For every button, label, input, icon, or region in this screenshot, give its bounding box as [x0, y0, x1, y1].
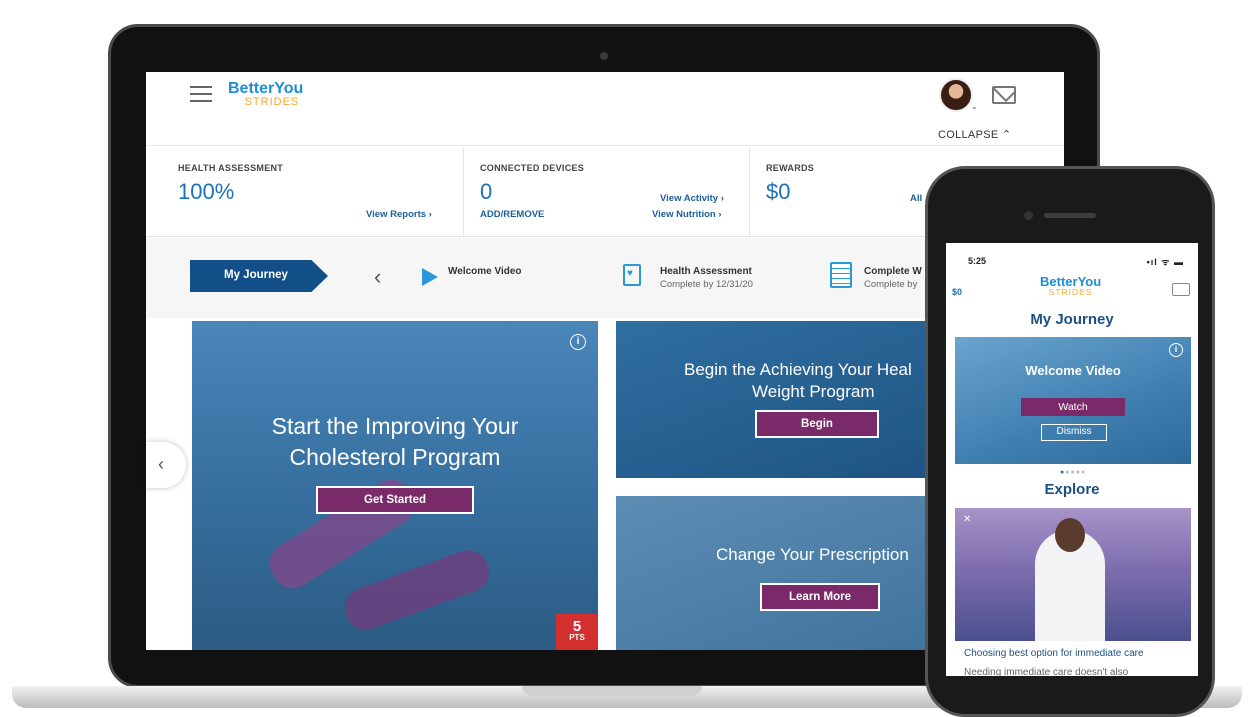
- laptop-base-notch: [522, 686, 702, 696]
- stat-value: 100%: [178, 179, 235, 204]
- chevron-up-icon: ⌃: [1001, 129, 1012, 141]
- stat-label: HEALTH ASSESSMENT: [178, 163, 284, 173]
- hamburger-menu-icon[interactable]: [190, 86, 212, 102]
- brand-logo-tagline: STRIDES: [244, 96, 300, 108]
- phone-speaker: [1044, 213, 1096, 218]
- view-activity-link[interactable]: View Activity ›: [660, 193, 724, 204]
- points-label: PTS: [569, 633, 585, 642]
- stat-label: CONNECTED DEVICES: [480, 163, 585, 173]
- rewards-link[interactable]: All: [910, 193, 922, 204]
- stat-label: REWARDS: [766, 163, 815, 173]
- journey-step-complete[interactable]: Complete W: [864, 266, 922, 277]
- explore-card-caption[interactable]: Choosing best option for immediate care: [964, 648, 1144, 659]
- mobile-journey-title: My Journey: [1030, 311, 1114, 328]
- clipboard-heart-icon: [623, 264, 641, 286]
- mobile-header: $0 BetterYou STRIDES: [946, 269, 1198, 309]
- mobile-brand-tagline: STRIDES: [1048, 287, 1093, 297]
- points-value: 5: [572, 618, 582, 635]
- status-time: 5:25: [968, 256, 987, 266]
- stat-connected-devices: CONNECTED DEVICES 0 ADD/REMOVE View Acti…: [464, 147, 750, 237]
- learn-more-button[interactable]: Learn More: [760, 583, 880, 611]
- close-icon[interactable]: ✕: [963, 514, 971, 525]
- journey-step-health-assessment[interactable]: Health Assessment: [660, 266, 752, 277]
- avatar[interactable]: [939, 78, 973, 112]
- stat-health-assessment: HEALTH ASSESSMENT 100% View Reports ›: [146, 147, 464, 237]
- brand-logo[interactable]: BetterYou STRIDES: [228, 81, 303, 108]
- journey-step-due-date: Complete by 12/31/20: [660, 279, 753, 290]
- begin-button[interactable]: Begin: [755, 410, 879, 438]
- mail-icon[interactable]: [992, 86, 1016, 104]
- checklist-icon: [830, 262, 852, 288]
- mail-icon[interactable]: [1172, 283, 1190, 296]
- chevron-down-icon[interactable]: ⌄: [971, 102, 978, 111]
- card-title: Start the Improving Your: [271, 413, 519, 439]
- info-icon[interactable]: i: [1169, 343, 1183, 357]
- info-icon[interactable]: i: [570, 334, 586, 350]
- collapse-button[interactable]: COLLAPSE ⌃: [938, 128, 1011, 141]
- doctor-image: [1035, 518, 1105, 641]
- add-remove-link[interactable]: ADD/REMOVE: [480, 209, 544, 220]
- journey-step-due-date: Complete by: [864, 279, 918, 290]
- watch-button[interactable]: Watch: [1021, 398, 1125, 416]
- brand-logo-name: BetterYou: [228, 80, 304, 97]
- carousel-dots[interactable]: ●●●●●: [1060, 469, 1086, 476]
- signal-wifi-battery-icon: •ıl ᯤ ▬: [1146, 257, 1184, 267]
- laptop-camera: [600, 52, 608, 60]
- card-cholesterol-program[interactable]: i Start the Improving Your Cholesterol P…: [192, 321, 598, 650]
- card-title: Cholesterol Program: [289, 444, 501, 470]
- play-icon[interactable]: [422, 268, 438, 286]
- mobile-welcome-video-card[interactable]: i Welcome Video Watch Dismiss: [955, 337, 1191, 464]
- journey-step-welcome-video[interactable]: Welcome Video: [448, 266, 522, 277]
- stat-value: $0: [766, 179, 791, 204]
- mobile-balance[interactable]: $0: [952, 287, 962, 297]
- mobile-screen: 5:25 •ıl ᯤ ▬ $0 BetterYou STRIDES My Jou…: [946, 243, 1198, 676]
- mobile-explore-card[interactable]: ✕: [955, 508, 1191, 641]
- dumbbell-image: [339, 544, 495, 636]
- dismiss-button[interactable]: Dismiss: [1041, 424, 1107, 441]
- view-nutrition-link[interactable]: View Nutrition ›: [652, 209, 722, 220]
- phone-camera: [1024, 211, 1033, 220]
- app-header: BetterYou STRIDES ⌄ COLLAPSE ⌃: [146, 72, 1064, 146]
- view-reports-link[interactable]: View Reports ›: [366, 209, 432, 220]
- points-badge: 5 PTS: [556, 614, 598, 650]
- tab-my-journey[interactable]: My Journey: [190, 260, 328, 292]
- mobile-brand-logo[interactable]: BetterYou STRIDES: [1040, 275, 1101, 297]
- collapse-label: COLLAPSE: [938, 129, 999, 141]
- mobile-explore-title: Explore: [1044, 481, 1100, 498]
- explore-card-snippet: Needing immediate care doesn't also: [964, 667, 1129, 676]
- mobile-status-bar: 5:25 •ıl ᯤ ▬: [946, 243, 1198, 267]
- video-card-title: Welcome Video: [1025, 363, 1121, 378]
- get-started-button[interactable]: Get Started: [316, 486, 474, 514]
- stat-value: 0: [480, 179, 493, 204]
- chevron-left-icon[interactable]: ‹: [374, 264, 381, 290]
- chevron-left-icon: ‹: [158, 454, 164, 474]
